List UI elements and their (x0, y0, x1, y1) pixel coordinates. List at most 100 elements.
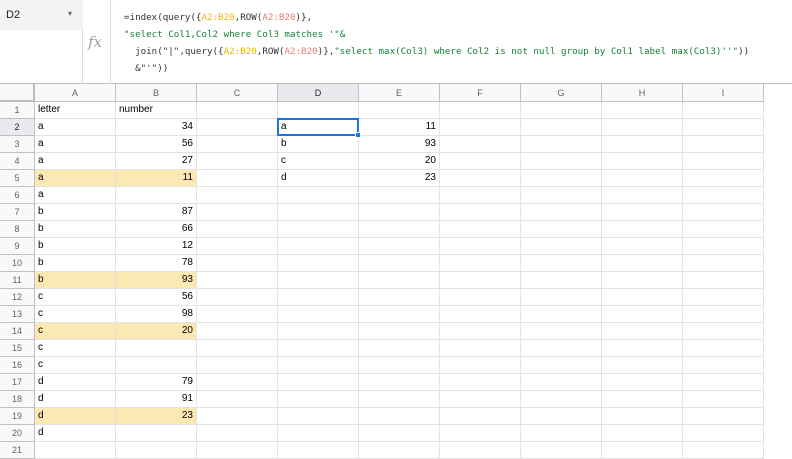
cell-b14[interactable]: 20 (116, 323, 197, 340)
cell-b4[interactable]: 27 (116, 153, 197, 170)
cell-h14[interactable] (602, 323, 683, 340)
cell-a3[interactable]: a (35, 136, 116, 153)
cell-c5[interactable] (197, 170, 278, 187)
cell-f13[interactable] (440, 306, 521, 323)
cell-a15[interactable]: c (35, 340, 116, 357)
cell-i8[interactable] (683, 221, 764, 238)
cell-e13[interactable] (359, 306, 440, 323)
cell-d2[interactable]: a (278, 119, 359, 136)
cell-f11[interactable] (440, 272, 521, 289)
cell-a16[interactable]: c (35, 357, 116, 374)
cell-h19[interactable] (602, 408, 683, 425)
cell-h12[interactable] (602, 289, 683, 306)
cell-f20[interactable] (440, 425, 521, 442)
row-header[interactable]: 7 (0, 204, 35, 221)
cell-f8[interactable] (440, 221, 521, 238)
cell-g10[interactable] (521, 255, 602, 272)
cell-e18[interactable] (359, 391, 440, 408)
cell-d7[interactable] (278, 204, 359, 221)
cell-b20[interactable] (116, 425, 197, 442)
cell-i4[interactable] (683, 153, 764, 170)
row-header[interactable]: 9 (0, 238, 35, 255)
cell-c2[interactable] (197, 119, 278, 136)
row-header[interactable]: 1 (0, 102, 35, 119)
cell-f2[interactable] (440, 119, 521, 136)
cell-e11[interactable] (359, 272, 440, 289)
name-box[interactable]: D2 ▾ (0, 0, 83, 84)
cell-e15[interactable] (359, 340, 440, 357)
cell-g15[interactable] (521, 340, 602, 357)
cell-e16[interactable] (359, 357, 440, 374)
cell-a2[interactable]: a (35, 119, 116, 136)
cell-i21[interactable] (683, 442, 764, 459)
cell-d3[interactable]: b (278, 136, 359, 153)
cell-a20[interactable]: d (35, 425, 116, 442)
row-header[interactable]: 5 (0, 170, 35, 187)
select-all-corner[interactable] (0, 84, 35, 102)
cell-h1[interactable] (602, 102, 683, 119)
cell-i15[interactable] (683, 340, 764, 357)
cell-d18[interactable] (278, 391, 359, 408)
name-box-field[interactable]: D2 ▾ (0, 0, 83, 30)
cell-h2[interactable] (602, 119, 683, 136)
cell-d20[interactable] (278, 425, 359, 442)
cell-a6[interactable]: a (35, 187, 116, 204)
cell-c15[interactable] (197, 340, 278, 357)
cell-e3[interactable]: 93 (359, 136, 440, 153)
cell-c10[interactable] (197, 255, 278, 272)
cell-d8[interactable] (278, 221, 359, 238)
cell-i3[interactable] (683, 136, 764, 153)
cell-d5[interactable]: d (278, 170, 359, 187)
cell-a13[interactable]: c (35, 306, 116, 323)
cell-d9[interactable] (278, 238, 359, 255)
cell-c9[interactable] (197, 238, 278, 255)
cell-a7[interactable]: b (35, 204, 116, 221)
row-header[interactable]: 18 (0, 391, 35, 408)
cell-a9[interactable]: b (35, 238, 116, 255)
cell-c7[interactable] (197, 204, 278, 221)
cell-f12[interactable] (440, 289, 521, 306)
formula-input[interactable]: =index(query({A2:B20,ROW(A2:B20)}, "selec… (124, 9, 749, 77)
cell-f3[interactable] (440, 136, 521, 153)
column-header-h[interactable]: H (602, 84, 683, 102)
cell-g7[interactable] (521, 204, 602, 221)
cell-b17[interactable]: 79 (116, 374, 197, 391)
cell-e12[interactable] (359, 289, 440, 306)
cell-b3[interactable]: 56 (116, 136, 197, 153)
name-box-value[interactable]: D2 (6, 9, 20, 21)
cell-c11[interactable] (197, 272, 278, 289)
cell-g12[interactable] (521, 289, 602, 306)
cell-h15[interactable] (602, 340, 683, 357)
cell-e20[interactable] (359, 425, 440, 442)
cell-c18[interactable] (197, 391, 278, 408)
cell-e2[interactable]: 11 (359, 119, 440, 136)
row-header[interactable]: 12 (0, 289, 35, 306)
cell-a14[interactable]: c (35, 323, 116, 340)
cell-i13[interactable] (683, 306, 764, 323)
cell-h6[interactable] (602, 187, 683, 204)
cell-b19[interactable]: 23 (116, 408, 197, 425)
row-header[interactable]: 15 (0, 340, 35, 357)
cell-i18[interactable] (683, 391, 764, 408)
cell-b7[interactable]: 87 (116, 204, 197, 221)
cell-e9[interactable] (359, 238, 440, 255)
cell-c13[interactable] (197, 306, 278, 323)
cell-i5[interactable] (683, 170, 764, 187)
cell-f9[interactable] (440, 238, 521, 255)
cell-i16[interactable] (683, 357, 764, 374)
cell-h13[interactable] (602, 306, 683, 323)
cell-g8[interactable] (521, 221, 602, 238)
cell-i10[interactable] (683, 255, 764, 272)
cell-f10[interactable] (440, 255, 521, 272)
row-header[interactable]: 14 (0, 323, 35, 340)
cell-d1[interactable] (278, 102, 359, 119)
cell-e1[interactable] (359, 102, 440, 119)
cell-d4[interactable]: c (278, 153, 359, 170)
cell-i2[interactable] (683, 119, 764, 136)
cell-a19[interactable]: d (35, 408, 116, 425)
cell-f17[interactable] (440, 374, 521, 391)
cell-i20[interactable] (683, 425, 764, 442)
fill-handle[interactable] (355, 132, 361, 138)
cell-d6[interactable] (278, 187, 359, 204)
cell-c12[interactable] (197, 289, 278, 306)
